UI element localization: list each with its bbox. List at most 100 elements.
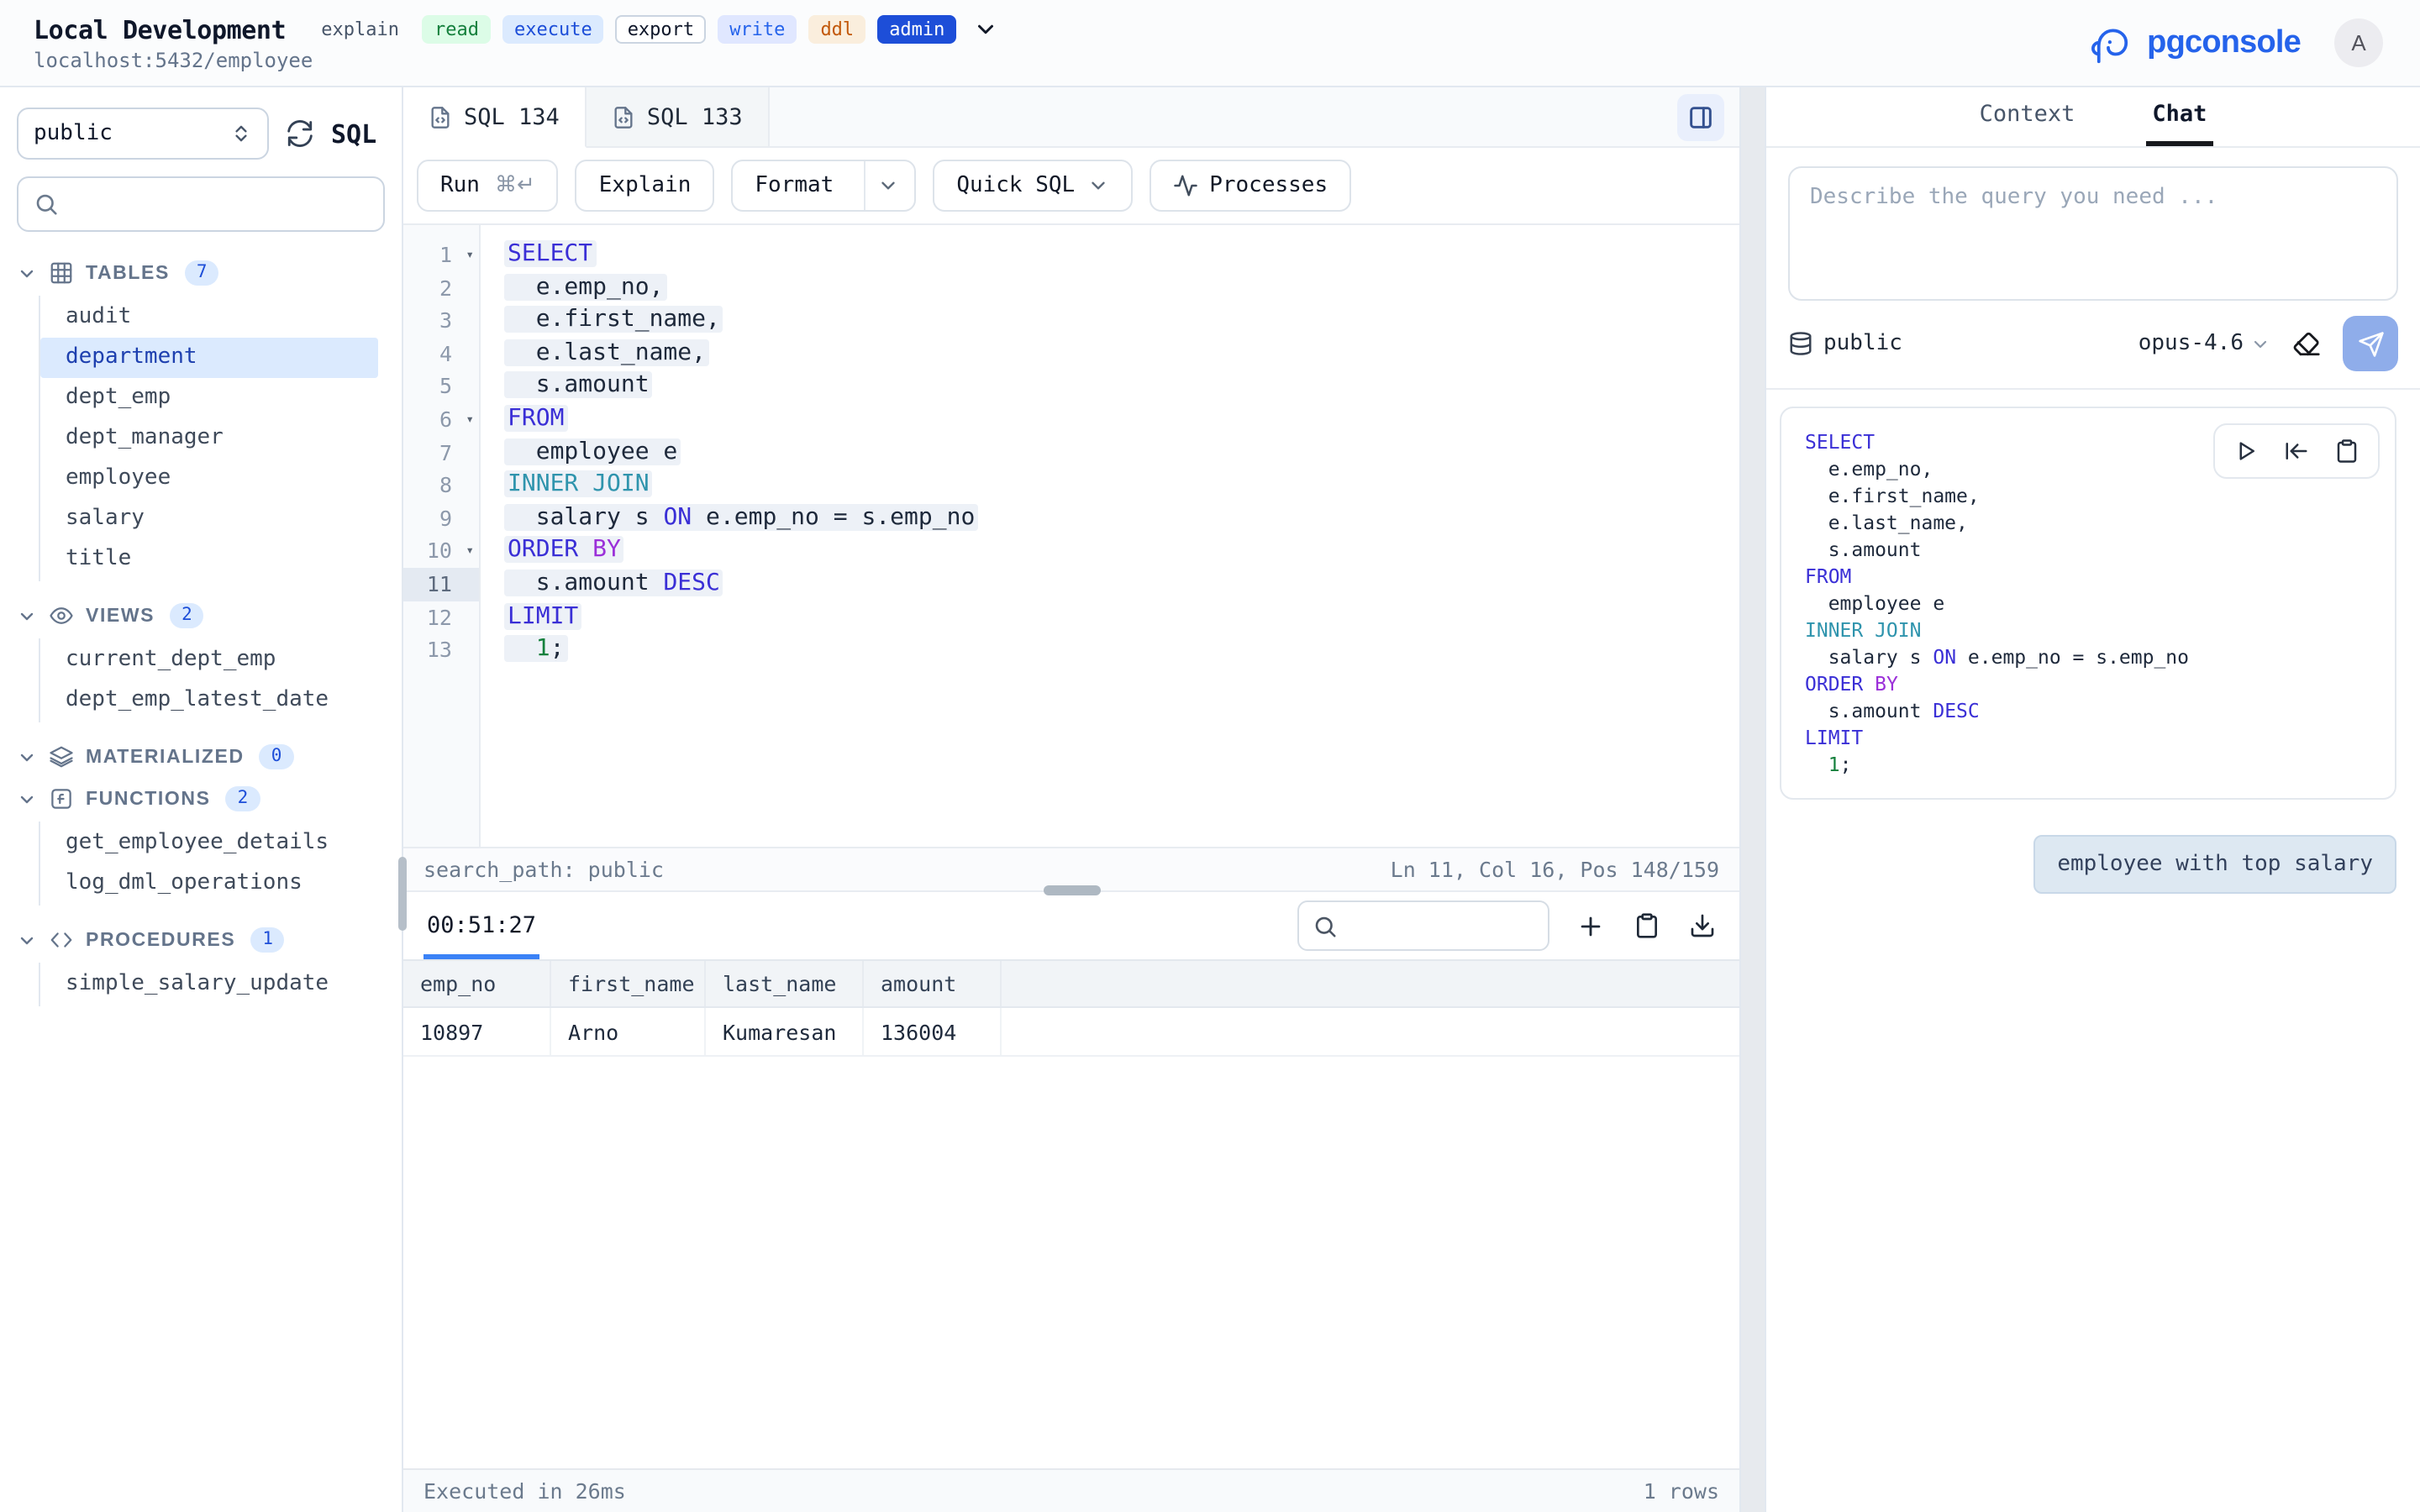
sql-editor[interactable]: 1▾23456▾78910▾111213 SELECT e.emp_no, e.… (403, 225, 1739, 847)
explain-label: Explain (599, 173, 692, 198)
eye-icon (49, 603, 74, 628)
tree-section-views[interactable]: VIEWS2 (10, 595, 402, 637)
tree-item-dept_emp[interactable]: dept_emp (40, 378, 378, 418)
cell[interactable]: Arno (551, 1008, 706, 1055)
format-label: Format (755, 173, 834, 198)
table-grid-icon (49, 260, 74, 286)
results-table: emp_nofirst_namelast_nameamount 10897Arno… (403, 959, 1739, 1057)
tab-sql-134[interactable]: SQL 134 (403, 87, 587, 148)
code-line[interactable]: INNER JOIN (504, 469, 1739, 501)
tree-item-simple_salary_update[interactable]: simple_salary_update (40, 964, 378, 1005)
pgconsole-app: Local Development explainreadexecuteexpo… (0, 0, 2420, 1512)
tree-item-title[interactable]: title (40, 539, 378, 580)
column-header-first_name[interactable]: first_name (551, 961, 706, 1006)
tree-section-tables[interactable]: TABLES7 (10, 252, 402, 294)
code-line[interactable]: e.first_name, (504, 304, 1739, 337)
code-line[interactable]: employee e (504, 436, 1739, 469)
cell[interactable]: Kumaresan (706, 1008, 864, 1055)
code-line[interactable]: e.last_name, (504, 338, 1739, 370)
column-header-last_name[interactable]: last_name (706, 961, 864, 1006)
sql-mode-label[interactable]: SQL (331, 118, 376, 149)
run-suggested-sql-button[interactable] (2233, 438, 2259, 464)
code-line[interactable]: e.emp_no, (504, 271, 1739, 304)
user-avatar[interactable]: A (2334, 18, 2383, 67)
code-line[interactable]: s.amount DESC (504, 568, 1739, 601)
code-line[interactable]: FROM (504, 403, 1739, 436)
result-set-tab[interactable]: 00:51:27 (424, 892, 539, 959)
env-badge-execute: execute (502, 15, 604, 44)
run-label: Run (440, 173, 480, 198)
results-search[interactable] (1297, 900, 1549, 951)
explain-button[interactable]: Explain (576, 160, 715, 212)
code-line[interactable]: ORDER BY (504, 535, 1739, 568)
tree-item-log_dml_operations[interactable]: log_dml_operations (40, 864, 378, 904)
send-button[interactable] (2343, 316, 2398, 371)
cell[interactable]: 136004 (864, 1008, 1002, 1055)
brand-logo: pgconsole (2086, 18, 2301, 68)
layers-icon (49, 744, 74, 769)
model-selector[interactable]: opus-4.6 (2139, 331, 2270, 356)
copy-results-button[interactable] (1634, 912, 1660, 939)
tree-section-functions[interactable]: FUNCTIONS2 (10, 778, 402, 820)
column-header-amount[interactable]: amount (864, 961, 1002, 1006)
refresh-button[interactable] (286, 119, 314, 148)
schema-select[interactable]: public (17, 108, 269, 160)
tree-item-get_employee_details[interactable]: get_employee_details (40, 823, 378, 864)
quick-sql-button[interactable]: Quick SQL (933, 160, 1132, 212)
line-number: 2 (403, 271, 479, 304)
clear-chat-button[interactable] (2292, 329, 2321, 358)
line-number: 6▾ (403, 403, 479, 436)
tree-section-label: PROCEDURES (86, 930, 235, 950)
fold-marker-icon[interactable]: ▾ (466, 239, 474, 271)
connection-title: Local Development (34, 14, 286, 45)
chevron-down-icon[interactable] (877, 175, 899, 197)
eraser-icon (2292, 329, 2321, 358)
chevron-down-icon[interactable] (973, 17, 998, 42)
fold-marker-icon[interactable]: ▾ (466, 403, 474, 436)
tab-chat[interactable]: Chat (2145, 87, 2213, 146)
format-button[interactable]: Format (731, 160, 916, 212)
processes-button[interactable]: Processes (1149, 160, 1351, 212)
schema-context-chip[interactable]: public (1788, 331, 1902, 356)
toggle-right-panel-button[interactable] (1677, 93, 1724, 140)
tree-section-procedures[interactable]: PROCEDURES1 (10, 919, 402, 961)
copy-sql-button[interactable] (2334, 438, 2360, 464)
sidebar-search[interactable] (17, 176, 385, 232)
editor-code[interactable]: SELECT e.emp_no, e.first_name, e.last_na… (481, 225, 1739, 847)
clipboard-icon (2334, 438, 2360, 464)
code-line[interactable]: salary s ON e.emp_no = s.emp_no (504, 502, 1739, 535)
results-search-input[interactable] (1338, 913, 1534, 938)
fold-marker-icon[interactable]: ▾ (466, 535, 474, 568)
schema-select-value: public (34, 121, 113, 146)
column-header-emp_no[interactable]: emp_no (403, 961, 551, 1006)
cell[interactable]: 10897 (403, 1008, 551, 1055)
code-line[interactable]: 1; (504, 633, 1739, 666)
code-line[interactable]: s.amount (504, 370, 1739, 403)
assistant-sql-code: SELECT e.emp_no, e.first_name, e.last_na… (1805, 428, 2371, 778)
tree-item-salary[interactable]: salary (40, 499, 378, 539)
code-line[interactable]: LIMIT (504, 601, 1739, 633)
sidebar-resize-handle[interactable] (398, 857, 407, 931)
tree-item-dept_emp_latest_date[interactable]: dept_emp_latest_date (40, 680, 378, 721)
chat-composer: public opus-4.6 (1766, 148, 2420, 390)
download-results-button[interactable] (1689, 912, 1716, 939)
tab-context[interactable]: Context (1973, 87, 2082, 146)
tree-item-employee[interactable]: employee (40, 459, 378, 499)
insert-into-editor-button[interactable] (2284, 438, 2309, 464)
tree-item-audit[interactable]: audit (40, 297, 378, 338)
schema-tree: TABLES7auditdepartmentdept_empdept_manag… (0, 232, 402, 1020)
tree-item-department[interactable]: department (40, 338, 378, 378)
tab-sql-133[interactable]: SQL 133 (587, 87, 770, 146)
code-line[interactable]: SELECT (504, 239, 1739, 271)
assistant-tabs: Context Chat (1766, 87, 2420, 148)
sidebar-search-input[interactable] (59, 192, 368, 217)
run-button[interactable]: Run ⌘↵ (417, 160, 559, 212)
tree-item-dept_manager[interactable]: dept_manager (40, 418, 378, 459)
editor-gutter: 1▾23456▾78910▾111213 (403, 225, 481, 847)
tree-section-materialized[interactable]: MATERIALIZED0 (10, 736, 402, 778)
assistant-sql-message: SELECT e.emp_no, e.first_name, e.last_na… (1780, 407, 2396, 800)
tree-item-current_dept_emp[interactable]: current_dept_emp (40, 640, 378, 680)
add-result-tab-button[interactable] (1576, 911, 1605, 940)
results-resize-handle[interactable] (1043, 885, 1100, 895)
chat-input[interactable] (1788, 166, 2398, 301)
